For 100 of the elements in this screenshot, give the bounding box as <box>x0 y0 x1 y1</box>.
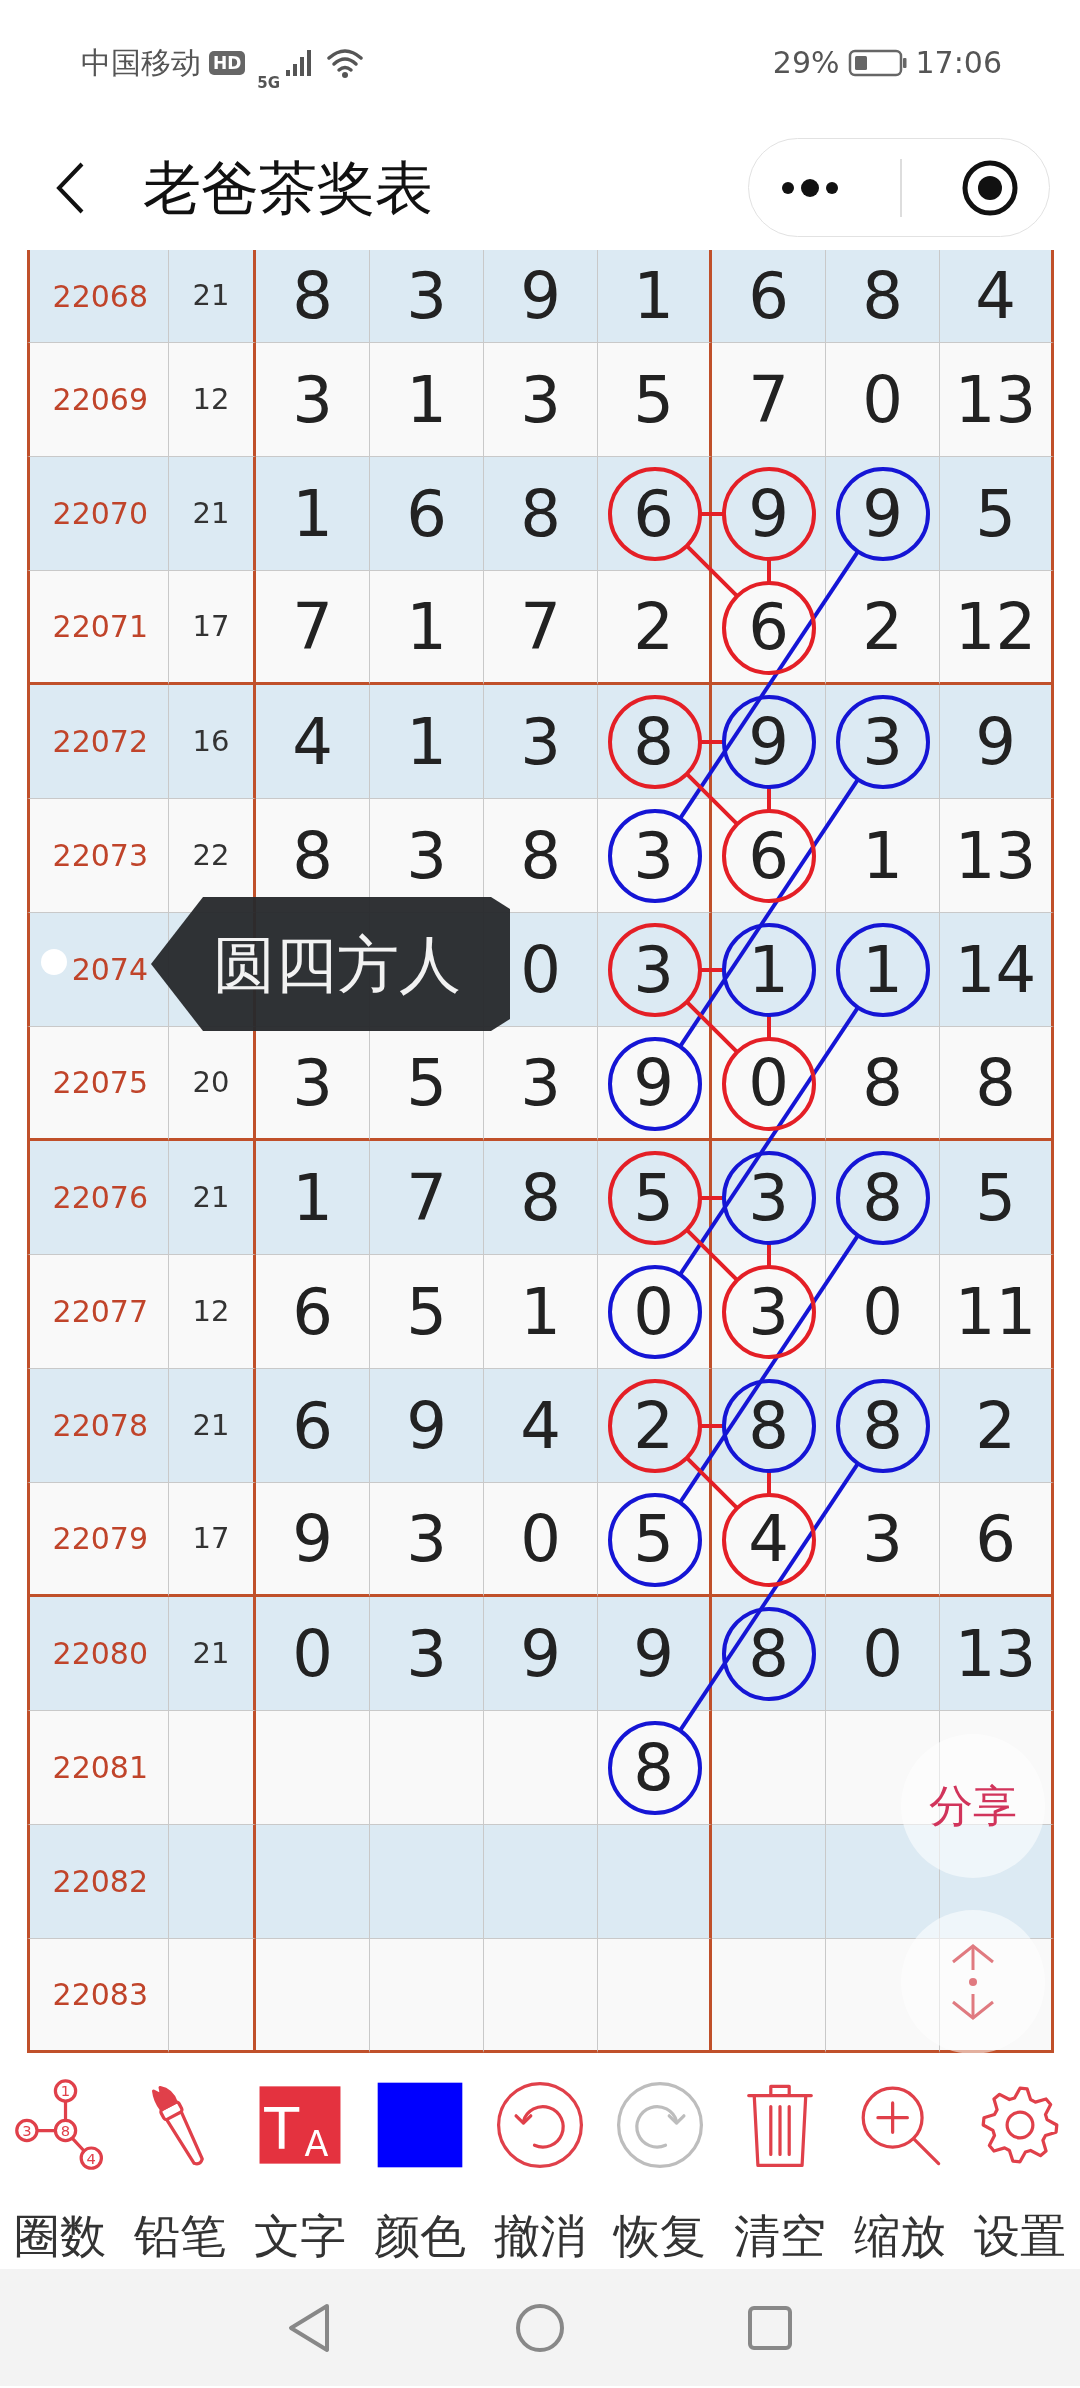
digit-cell: 3 <box>484 343 598 457</box>
up-down-arrows-icon <box>949 1944 997 2020</box>
digit-cell: 0 <box>256 1597 370 1711</box>
digit-cell: 0 <box>484 1483 598 1597</box>
digit-cell: 3 <box>370 1483 484 1597</box>
tooltip-label: 圆四方人 <box>151 897 510 1031</box>
digit-cell: 9 <box>484 1597 598 1711</box>
digit-cell: 9 <box>598 1597 712 1711</box>
back-button[interactable] <box>55 160 85 215</box>
digit-cell: 12 <box>940 571 1054 685</box>
wifi-icon <box>326 47 365 78</box>
digit-cell: 8 <box>484 799 598 913</box>
toolbar-button[interactable]: 设置 <box>960 2079 1080 2269</box>
digit-cell: 8 <box>256 250 370 343</box>
digit-cell: 0 <box>826 1255 940 1369</box>
toolbar-button[interactable]: 铅笔 <box>120 2079 240 2269</box>
chevron-left-icon <box>55 160 85 215</box>
sum-value: 17 <box>169 571 256 685</box>
sum-value: 16 <box>169 685 256 799</box>
digit-cell: 0 <box>826 343 940 457</box>
issue-number: 22073 <box>27 799 169 913</box>
digit-cell: 1 <box>370 343 484 457</box>
digit-cell: 8 <box>598 1711 712 1825</box>
digit-cell: 3 <box>826 685 940 799</box>
digit-cell: 9 <box>598 1027 712 1141</box>
digit-cell: 7 <box>712 343 826 457</box>
digit-cell: 8 <box>826 250 940 343</box>
digit-cell: 13 <box>940 343 1054 457</box>
sum-value: 21 <box>169 457 256 571</box>
issue-number: 22069 <box>27 343 169 457</box>
digit-cell: 3 <box>598 799 712 913</box>
digit-cell: 2 <box>826 571 940 685</box>
digit-cell: 9 <box>484 250 598 343</box>
recents-nav-button[interactable] <box>747 2304 793 2351</box>
digit-cell: 9 <box>712 457 826 571</box>
digit-cell: 7 <box>484 571 598 685</box>
digit-cell: 3 <box>826 1483 940 1597</box>
sum-value: 21 <box>169 1369 256 1483</box>
digit-cell: 5 <box>598 1483 712 1597</box>
battery-icon <box>847 47 908 78</box>
digit-cell: 8 <box>826 1027 940 1141</box>
digit-cell: 4 <box>940 250 1054 343</box>
digit-cell: 3 <box>484 685 598 799</box>
digit-cell: 5 <box>598 343 712 457</box>
toolbar-button[interactable]: 撤消 <box>480 2079 600 2269</box>
digit-cell: 1 <box>484 1255 598 1369</box>
digit-cell: 3 <box>256 343 370 457</box>
digit-cell: 9 <box>370 1369 484 1483</box>
issue-number: 22070 <box>27 457 169 571</box>
issue-number: 22078 <box>27 1369 169 1483</box>
digit-cell: 6 <box>598 457 712 571</box>
issue-number: 22080 <box>27 1597 169 1711</box>
digit-cell: 14 <box>940 913 1054 1027</box>
clock-time: 17:06 <box>915 44 1002 82</box>
issue-number: 22079 <box>27 1483 169 1597</box>
sum-value: 21 <box>169 250 256 343</box>
issue-number: 22077 <box>27 1255 169 1369</box>
toolbar-button[interactable]: 颜色 <box>360 2079 480 2269</box>
digit-cell: 6 <box>370 457 484 571</box>
page-title: 老爸茶奖表 <box>143 158 433 217</box>
digit-cell: 13 <box>940 799 1054 913</box>
issue-number: 22068 <box>27 250 169 343</box>
digit-cell: 1 <box>826 799 940 913</box>
carrier-name: 中国移动 <box>81 44 201 82</box>
sum-value: 12 <box>169 1255 256 1369</box>
issue-number: 22076 <box>27 1141 169 1255</box>
issue-number: 22083 <box>27 1939 169 2053</box>
digit-cell: 8 <box>826 1369 940 1483</box>
digit-cell: 1 <box>256 1141 370 1255</box>
digit-cell: 13 <box>940 1597 1054 1711</box>
issue-number: 22082 <box>27 1825 169 1939</box>
digit-cell: 5 <box>370 1255 484 1369</box>
digit-cell: 11 <box>940 1255 1054 1369</box>
digit-cell: 6 <box>256 1369 370 1483</box>
digit-cell: 4 <box>484 1369 598 1483</box>
digit-cell: 1 <box>370 685 484 799</box>
sum-value: 21 <box>169 1141 256 1255</box>
digit-cell: 5 <box>940 457 1054 571</box>
sum-value: 21 <box>169 1597 256 1711</box>
toolbar-button[interactable]: 1 3 8 4 圈数 <box>0 2079 120 2269</box>
issue-number: 22081 <box>27 1711 169 1825</box>
digit-cell: 2 <box>598 571 712 685</box>
digit-cell: 6 <box>940 1483 1054 1597</box>
back-triangle-icon <box>287 2301 331 2354</box>
recents-square-icon <box>747 2304 793 2351</box>
sum-value: 17 <box>169 1483 256 1597</box>
digit-cell: 7 <box>256 571 370 685</box>
toolbar-button[interactable]: 清空 <box>720 2079 840 2269</box>
digit-cell: 6 <box>712 250 826 343</box>
digit-cell: 4 <box>256 685 370 799</box>
home-nav-button[interactable] <box>515 2302 565 2353</box>
back-nav-button[interactable] <box>287 2301 331 2354</box>
digit-cell: 3 <box>370 250 484 343</box>
digit-cell: 1 <box>370 571 484 685</box>
digit-cell: 8 <box>484 1141 598 1255</box>
digit-cell: 7 <box>370 1141 484 1255</box>
digit-cell: 6 <box>256 1255 370 1369</box>
issue-number: 22071 <box>27 571 169 685</box>
issue-number: 22072 <box>27 685 169 799</box>
toolbar-button[interactable]: 缩放 <box>840 2079 960 2269</box>
